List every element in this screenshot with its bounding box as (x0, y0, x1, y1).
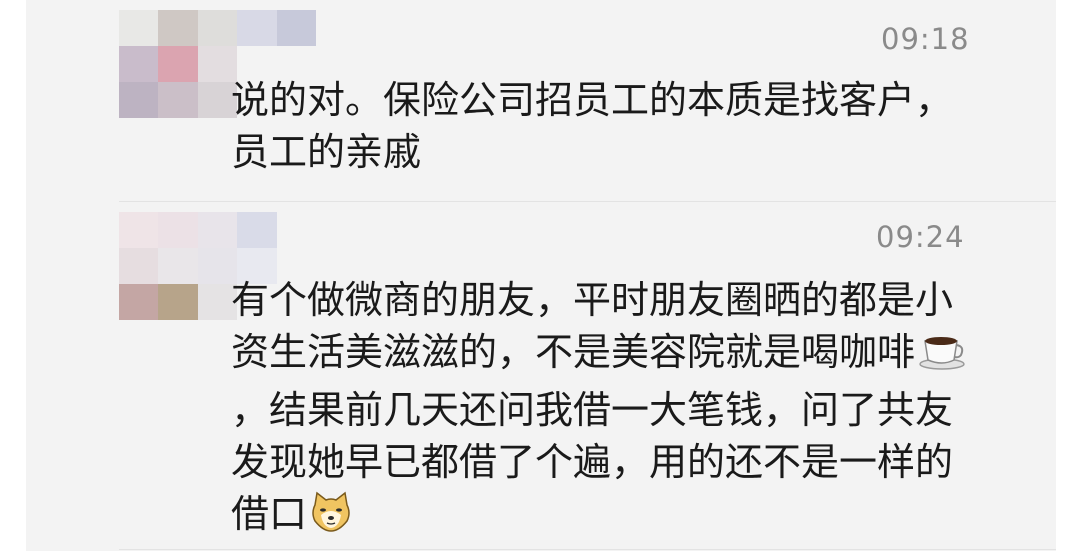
avatar-mosaic-tile (158, 82, 198, 118)
comments-panel: 09:18 说的对。保险公司招员工的本质是找客户，员工的亲戚 09:24 有个做… (26, 0, 1056, 551)
avatar-mosaic-tile (158, 284, 198, 320)
avatar-mosaic-tile (197, 10, 238, 46)
comment-time: 09:24 (876, 220, 965, 254)
divider (119, 549, 1056, 550)
avatar-mosaic-tile (119, 10, 159, 46)
avatar-mosaic-tile (158, 212, 198, 248)
avatar-mosaic-tile (119, 212, 159, 248)
comment-text: 说的对。保险公司招员工的本质是找客户，员工的亲戚 (231, 78, 954, 174)
avatar-mosaic-tile (119, 82, 159, 118)
avatar-mosaic-tile (237, 212, 277, 248)
avatar-mosaic-tile (276, 212, 316, 248)
avatar-mosaic-tile (276, 10, 316, 46)
coffee-cup-icon (917, 329, 967, 384)
avatar-mosaic-tile (119, 248, 159, 284)
comment-item[interactable]: 09:18 说的对。保险公司招员工的本质是找客户，员工的亲戚 (26, 0, 1056, 200)
avatar-mosaic-tile (158, 46, 198, 82)
comment-text: 有个做微商的朋友，平时朋友圈晒的都是小资生活美滋滋的，不是美容院就是喝咖啡 ，结… (231, 274, 976, 546)
avatar-mosaic-tile (119, 284, 159, 320)
avatar-mosaic-tile (158, 248, 198, 284)
avatar-mosaic-tile (119, 46, 159, 82)
comment-time: 09:18 (881, 22, 970, 56)
avatar-mosaic-tile (197, 212, 238, 248)
comment-text-part: 有个做微商的朋友，平时朋友圈晒的都是小资生活美滋滋的，不是美容院就是喝咖啡 (231, 278, 954, 374)
avatar-mosaic-tile (158, 10, 198, 46)
avatar-mosaic-tile (237, 10, 277, 46)
doge-face-icon (309, 491, 353, 546)
comment-item[interactable]: 09:24 有个做微商的朋友，平时朋友圈晒的都是小资生活美滋滋的，不是美容院就是… (26, 202, 1056, 551)
